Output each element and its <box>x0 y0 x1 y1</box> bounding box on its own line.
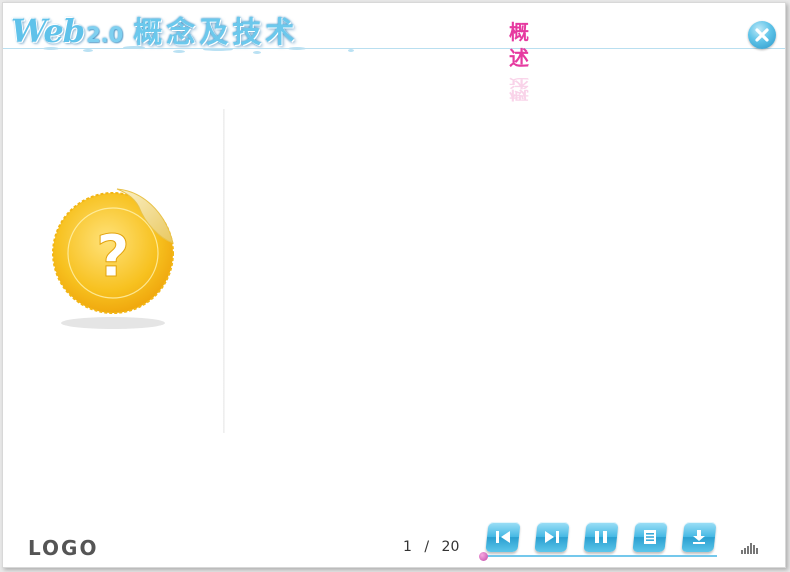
section-title: 概 述 <box>509 20 537 70</box>
progress-knob[interactable] <box>479 552 488 561</box>
logo: LOGO <box>28 536 99 560</box>
first-page-button[interactable] <box>485 522 521 552</box>
progress-track[interactable] <box>483 555 717 557</box>
download-button[interactable] <box>681 522 717 552</box>
close-icon <box>755 28 769 42</box>
page-total: 20 <box>441 539 460 555</box>
page-current: 1 <box>403 539 412 555</box>
section-title-reflection: 概 述 <box>509 75 537 103</box>
contents-button[interactable] <box>632 522 668 552</box>
section-heading: 概 述 概 述 <box>491 19 555 109</box>
question-sticker-icon: ? <box>52 188 174 329</box>
next-page-button[interactable] <box>534 522 570 552</box>
close-button[interactable] <box>748 21 776 49</box>
volume-bars-icon[interactable] <box>741 540 759 554</box>
content-divider <box>223 109 225 433</box>
download-icon <box>693 530 705 544</box>
pause-button[interactable] <box>583 522 619 552</box>
pause-icon <box>595 531 607 543</box>
presentation-window: Web2.0 概念及技术 概 述 概 述 ? LOGO 1 / 20 <box>2 2 786 568</box>
page-separator: / <box>424 539 430 555</box>
page-counter: 1 / 20 <box>403 539 459 555</box>
skip-forward-icon <box>545 531 559 543</box>
svg-text:?: ? <box>96 222 130 290</box>
skip-back-icon <box>496 531 510 543</box>
list-icon <box>644 530 656 544</box>
water-drops-decoration <box>13 43 393 57</box>
header-divider <box>3 48 785 49</box>
